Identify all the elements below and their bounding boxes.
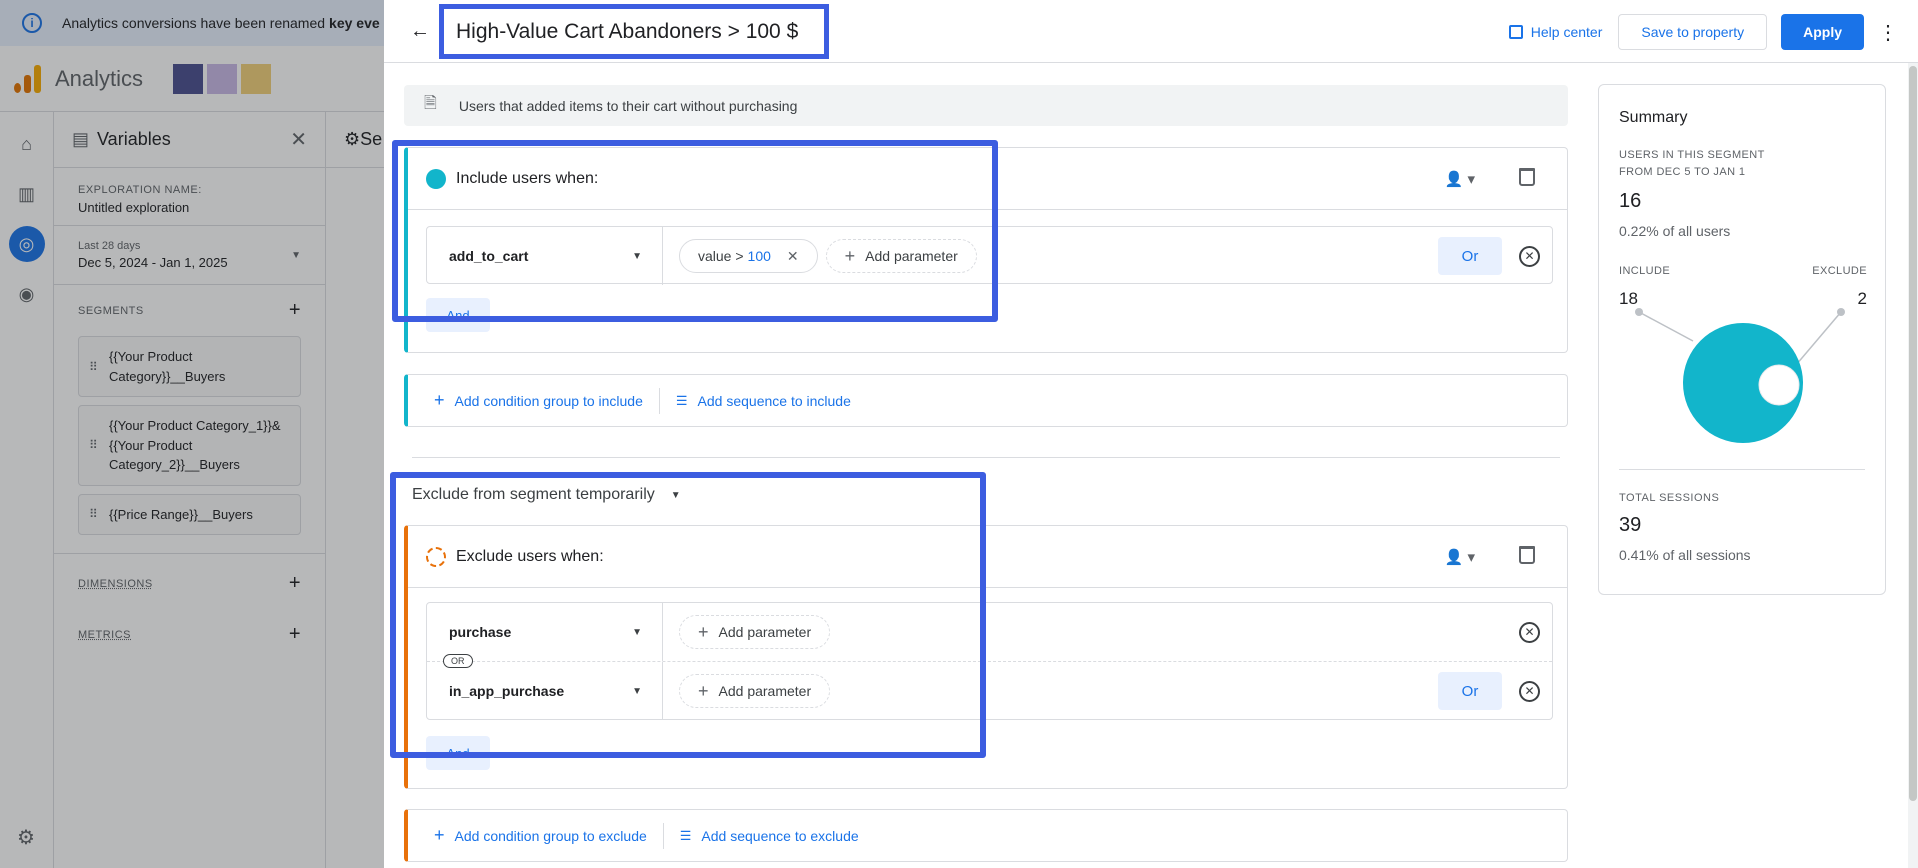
chevron-down-icon: ▼ [632,626,642,638]
exclude-slice [1758,364,1800,406]
summary-panel: Summary USERS IN THIS SEGMENT FROM DEC 5… [1598,84,1886,595]
sequence-icon: ☰ [675,392,688,408]
exclude-dot-icon [426,546,446,567]
or-button[interactable]: Or [1438,672,1502,710]
add-sequence-include[interactable]: Add sequence to include [698,393,851,409]
plus-icon: + [698,680,709,701]
remove-condition-icon[interactable]: ✕ [1519,622,1540,643]
or-button[interactable]: Or [1438,237,1502,275]
exclude-condition-card: Exclude users when: 👤 ▾ purchase ▼ + Add… [404,525,1568,789]
exclude-add-bar: + Add condition group to exclude ☰ Add s… [404,809,1568,862]
remove-condition-icon[interactable]: ✕ [1519,246,1540,267]
remove-condition-icon[interactable]: ✕ [1519,681,1540,702]
sequence-icon: ☰ [679,827,692,843]
chevron-down-icon: ▼ [632,250,642,262]
document-icon: 🗎 [424,95,437,112]
users-label: USERS IN THIS SEGMENT FROM DEC 5 TO JAN … [1619,149,1765,178]
condition-row: purchase ▼ + Add parameter ✕ [427,603,1552,661]
scrollbar-thumb[interactable] [1909,66,1917,801]
and-button[interactable]: And [426,298,490,332]
exclude-mode-select[interactable]: Exclude from segment temporarily ▼ [412,486,681,504]
event-select[interactable]: purchase ▼ [427,603,663,661]
include-title: Include users when: [456,169,599,187]
segment-name-input[interactable]: High-Value Cart Abandoners > 100 $ [439,4,829,59]
condition-row: in_app_purchase ▼ + Add parameter Or ✕ [427,662,1552,720]
plus-icon: + [434,825,445,845]
back-arrow-icon[interactable]: ← [410,20,430,43]
exclude-leader-dot [1837,308,1845,316]
person-scope-icon[interactable]: 👤 ▾ [1445,170,1475,188]
chevron-down-icon: ▼ [670,489,681,501]
section-divider [412,457,1560,458]
more-vert-icon[interactable]: ⋮ [1878,20,1898,45]
include-condition-group: add_to_cart ▼ value > 100 ✕ + Add parame… [426,226,1553,285]
parameter-chip[interactable]: value > 100 ✕ [679,239,818,273]
external-link-icon [1508,25,1523,39]
person-scope-icon[interactable]: 👤 ▾ [1445,548,1475,566]
exclude-condition-group: purchase ▼ + Add parameter ✕ OR in_app_p… [426,602,1553,720]
close-icon[interactable]: ✕ [787,248,799,265]
sessions-label: TOTAL SESSIONS [1619,492,1720,504]
add-parameter-button[interactable]: + Add parameter [825,239,977,273]
sessions-pct: 0.41% of all sessions [1619,547,1751,563]
event-select[interactable]: in_app_purchase ▼ [427,662,663,720]
plus-icon: + [844,245,856,266]
segment-editor: ← High-Value Cart Abandoners > 100 $ Hel… [384,0,1918,868]
add-sequence-exclude[interactable]: Add sequence to exclude [701,828,858,844]
pie-chart [1635,308,1845,443]
trash-icon[interactable] [1519,168,1535,186]
or-connector-badge: OR [443,654,473,668]
help-center-link[interactable]: Help center [1508,24,1602,40]
apply-button[interactable]: Apply [1781,14,1864,50]
users-pct: 0.22% of all users [1619,223,1731,239]
include-condition-card: Include users when: 👤 ▾ add_to_cart ▼ va… [404,147,1568,353]
plus-icon: + [698,621,709,642]
include-add-bar: + Add condition group to include ☰ Add s… [404,374,1568,427]
sessions-block: TOTAL SESSIONS 39 0.41% of all sessions [1619,492,1751,563]
include-leader-dot [1635,308,1643,316]
exclude-title: Exclude users when: [456,547,604,565]
add-parameter-button[interactable]: + Add parameter [679,674,831,708]
add-condition-group-include[interactable]: Add condition group to include [455,393,643,409]
plus-icon: + [434,390,445,410]
and-button[interactable]: And [426,736,490,770]
trash-icon[interactable] [1519,546,1535,564]
add-condition-group-exclude[interactable]: Add condition group to exclude [455,828,647,844]
users-count: 16 [1619,190,1642,212]
include-leader-line [1638,311,1694,342]
event-select[interactable]: add_to_cart ▼ [427,227,663,285]
save-to-property-button[interactable]: Save to property [1618,14,1768,50]
include-dot-icon [426,168,446,189]
include-exclude-chart: INCLUDE EXCLUDE 18 2 [1619,265,1867,465]
add-parameter-button[interactable]: + Add parameter [679,615,831,649]
sessions-count: 39 [1619,514,1642,536]
condition-row: add_to_cart ▼ value > 100 ✕ + Add parame… [427,227,1552,285]
segment-description[interactable]: 🗎 Users that added items to their cart w… [404,85,1568,126]
summary-title: Summary [1619,109,1688,126]
editor-header: ← High-Value Cart Abandoners > 100 $ Hel… [384,0,1918,63]
chevron-down-icon: ▼ [632,685,642,697]
